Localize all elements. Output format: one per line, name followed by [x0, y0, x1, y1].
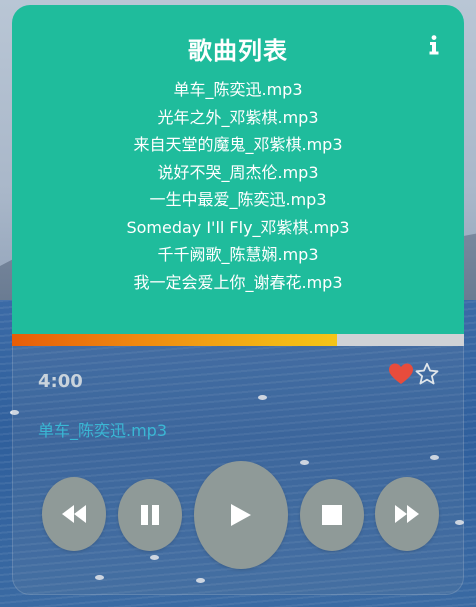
song-list: 单车_陈奕迅.mp3 光年之外_邓紫棋.mp3 来自天堂的魔鬼_邓紫棋.mp3 …	[12, 76, 464, 296]
heart-icon[interactable]	[388, 362, 414, 386]
song-item[interactable]: 来自天堂的魔鬼_邓紫棋.mp3	[12, 131, 464, 159]
song-item[interactable]: 一生中最爱_陈奕迅.mp3	[12, 186, 464, 214]
song-item[interactable]: 单车_陈奕迅.mp3	[12, 76, 464, 104]
play-icon	[231, 504, 251, 526]
song-item[interactable]: 千千阙歌_陈慧娴.mp3	[12, 241, 464, 269]
playlist-panel: 歌曲列表 单车_陈奕迅.mp3 光年之外_邓紫棋.mp3 来自天堂的魔鬼_邓紫棋…	[12, 5, 464, 334]
pause-button[interactable]	[118, 479, 182, 551]
current-time: 4:00	[38, 371, 83, 392]
song-item[interactable]: Someday I'll Fly_邓紫棋.mp3	[12, 214, 464, 242]
music-player-card: 歌曲列表 单车_陈奕迅.mp3 光年之外_邓紫棋.mp3 来自天堂的魔鬼_邓紫棋…	[12, 5, 464, 595]
info-icon[interactable]	[428, 35, 440, 55]
song-item[interactable]: 我一定会爱上你_谢春花.mp3	[12, 269, 464, 297]
fast-forward-button[interactable]	[375, 477, 439, 551]
playlist-title: 歌曲列表	[188, 37, 288, 65]
song-item[interactable]: 光年之外_邓紫棋.mp3	[12, 104, 464, 132]
rewind-button[interactable]	[42, 477, 106, 551]
now-playing-title: 单车_陈奕迅.mp3	[38, 421, 168, 440]
pause-icon	[141, 505, 159, 525]
play-button[interactable]	[194, 461, 288, 569]
star-outline-icon[interactable]	[414, 362, 440, 386]
progress-fill	[12, 334, 338, 346]
fast-forward-icon	[395, 505, 419, 523]
progress-bar[interactable]	[12, 334, 464, 346]
rewind-icon	[62, 505, 86, 523]
song-item[interactable]: 说好不哭_周杰伦.mp3	[12, 159, 464, 187]
stop-icon	[322, 505, 342, 525]
stop-button[interactable]	[300, 479, 364, 551]
